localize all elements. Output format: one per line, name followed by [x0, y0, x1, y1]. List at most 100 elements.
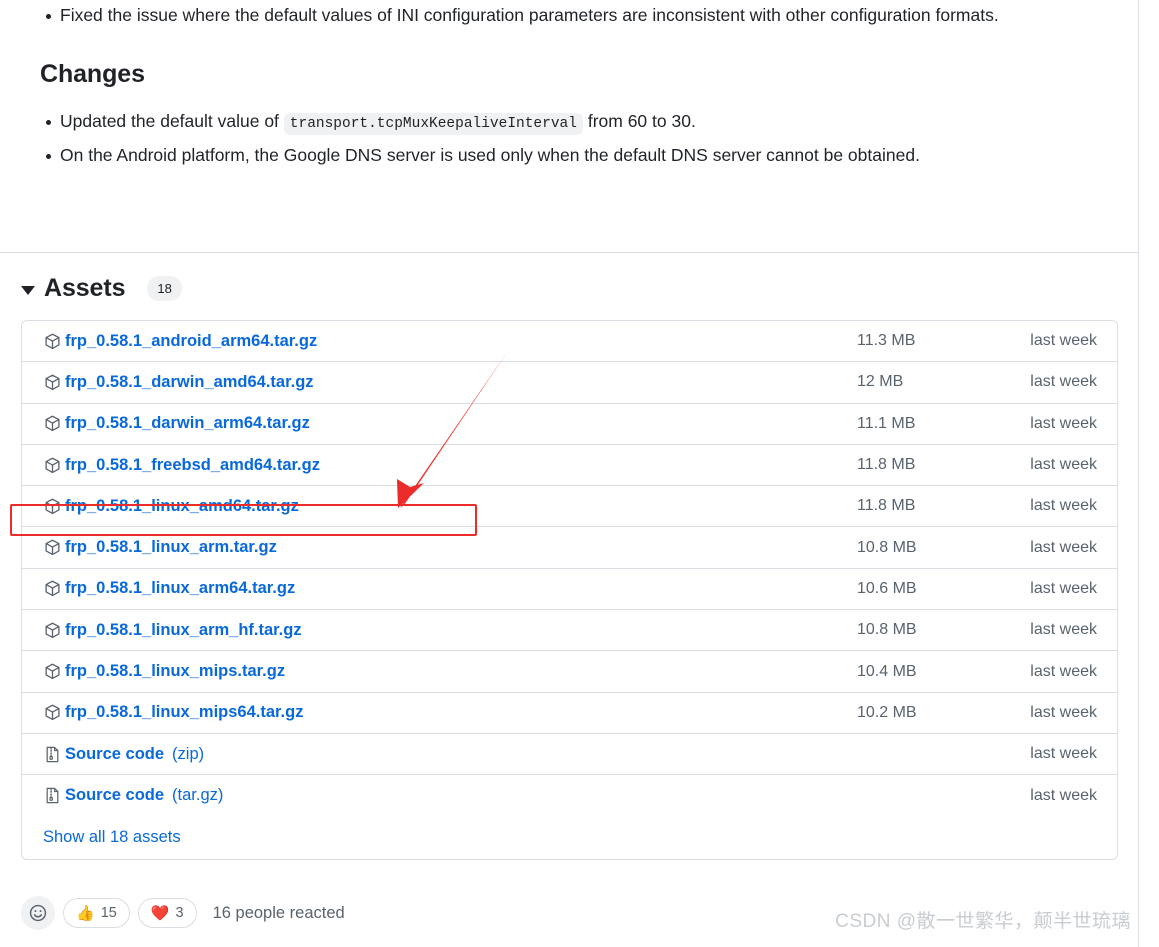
asset-download-link[interactable]: frp_0.58.1_linux_mips.tar.gz — [65, 662, 285, 681]
asset-name-cell: Source code (tar.gz) — [43, 786, 857, 805]
intro-bullet-list: Fixed the issue where the default values… — [20, 0, 1119, 31]
asset-download-link[interactable]: Source code — [65, 786, 164, 805]
list-item: Updated the default value of transport.t… — [20, 106, 1119, 140]
table-row[interactable]: frp_0.58.1_freebsd_amd64.tar.gz 11.8 MB la… — [22, 445, 1117, 487]
asset-size: 10.2 MB — [857, 703, 917, 721]
reaction-count: 15 — [100, 905, 117, 921]
package-icon — [43, 621, 61, 639]
file-zip-icon — [43, 787, 61, 805]
asset-name-cell: frp_0.58.1_freebsd_amd64.tar.gz — [43, 456, 857, 475]
assets-header[interactable]: Assets 18 — [0, 268, 1139, 308]
assets-row-container: frp_0.58.1_android_arm64.tar.gz 11.3 MB la… — [22, 321, 1117, 817]
asset-date: last week — [1030, 786, 1097, 804]
asset-download-link[interactable]: Source code — [65, 745, 164, 764]
asset-name-cell: frp_0.58.1_linux_amd64.tar.gz — [43, 497, 857, 516]
asset-date: last week — [1030, 332, 1097, 350]
table-row[interactable]: frp_0.58.1_linux_arm_hf.tar.gz 10.8 MB las… — [22, 610, 1117, 652]
asset-name-cell: frp_0.58.1_linux_arm64.tar.gz — [43, 579, 857, 598]
asset-download-link[interactable]: frp_0.58.1_darwin_arm64.tar.gz — [65, 414, 310, 433]
smiley-icon — [29, 904, 47, 922]
asset-date: last week — [1030, 456, 1097, 474]
table-row[interactable]: frp_0.58.1_linux_mips.tar.gz 10.4 MB last … — [22, 651, 1117, 693]
table-row[interactable]: Source code (zip) last week — [22, 734, 1117, 776]
asset-download-link[interactable]: frp_0.58.1_linux_arm_hf.tar.gz — [65, 621, 302, 640]
package-icon — [43, 373, 61, 391]
assets-count-badge: 18 — [147, 275, 182, 301]
asset-size: 10.8 MB — [857, 538, 917, 556]
asset-date: last week — [1030, 621, 1097, 639]
table-row[interactable]: frp_0.58.1_android_arm64.tar.gz 11.3 MB la… — [22, 321, 1117, 363]
package-icon — [43, 497, 61, 515]
asset-size: 10.4 MB — [857, 662, 917, 680]
table-row[interactable]: frp_0.58.1_darwin_amd64.tar.gz 12 MB last … — [22, 362, 1117, 404]
table-row[interactable]: frp_0.58.1_linux_arm64.tar.gz 10.6 MB last… — [22, 569, 1117, 611]
file-zip-icon — [43, 745, 61, 763]
asset-size: 11.1 MB — [857, 414, 916, 432]
changes-bullet-list: Updated the default value of transport.t… — [20, 106, 1119, 171]
inline-code-token: transport.tcpMuxKeepaliveInterval — [283, 113, 583, 136]
reaction-count: 3 — [175, 905, 184, 921]
asset-size: 11.8 MB — [857, 497, 916, 515]
reaction-pill-heart[interactable]: ❤️ 3 — [137, 898, 197, 928]
changes-text-after: from 60 to 30. — [587, 111, 696, 132]
asset-size: 12 MB — [857, 373, 904, 391]
asset-download-link[interactable]: frp_0.58.1_linux_arm64.tar.gz — [65, 579, 295, 598]
asset-name-cell: frp_0.58.1_darwin_arm64.tar.gz — [43, 414, 857, 433]
asset-size: 11.3 MB — [857, 332, 916, 350]
asset-download-link[interactable]: frp_0.58.1_linux_mips64.tar.gz — [65, 703, 303, 722]
release-notes-body: Fixed the issue where the default values… — [0, 0, 1139, 171]
table-row[interactable]: frp_0.58.1_linux_amd64.tar.gz 11.8 MB last… — [22, 486, 1117, 528]
package-icon — [43, 539, 61, 557]
asset-date: last week — [1030, 745, 1097, 763]
heart-icon: ❤️ — [150, 904, 170, 922]
show-all-assets-link[interactable]: Show all 18 assets — [43, 828, 181, 847]
asset-name-cell: frp_0.58.1_darwin_amd64.tar.gz — [43, 373, 857, 392]
list-item: Fixed the issue where the default values… — [20, 0, 1119, 31]
asset-name-cell: frp_0.58.1_linux_arm.tar.gz — [43, 538, 857, 557]
asset-date: last week — [1030, 373, 1097, 391]
asset-date: last week — [1030, 703, 1097, 721]
package-icon — [43, 332, 61, 350]
asset-date: last week — [1030, 497, 1097, 515]
asset-name-cell: Source code (zip) — [43, 745, 857, 764]
package-icon — [43, 456, 61, 474]
section-divider — [0, 252, 1139, 253]
table-row[interactable]: frp_0.58.1_linux_arm.tar.gz 10.8 MB last w… — [22, 527, 1117, 569]
asset-name-cell: frp_0.58.1_android_arm64.tar.gz — [43, 332, 857, 351]
reactions-bar: 👍 15 ❤️ 3 16 people reacted — [21, 896, 345, 930]
asset-size: 11.8 MB — [857, 456, 916, 474]
list-item: On the Android platform, the Google DNS … — [20, 140, 1119, 171]
table-row[interactable]: frp_0.58.1_darwin_arm64.tar.gz 11.1 MB las… — [22, 404, 1117, 445]
package-icon — [43, 663, 61, 681]
asset-name-cell: frp_0.58.1_linux_mips.tar.gz — [43, 662, 857, 681]
table-row[interactable]: frp_0.58.1_linux_mips64.tar.gz 10.2 MB las… — [22, 693, 1117, 734]
assets-section: Assets 18 frp_0.58.1_android_arm64.tar.g… — [0, 268, 1139, 860]
asset-name-cell: frp_0.58.1_linux_mips64.tar.gz — [43, 703, 857, 722]
asset-date: last week — [1030, 662, 1097, 680]
thumbsup-icon: 👍 — [76, 904, 95, 922]
asset-name-cell: frp_0.58.1_linux_arm_hf.tar.gz — [43, 621, 857, 640]
release-content: Fixed the issue where the default values… — [0, 0, 1139, 930]
asset-download-link[interactable]: frp_0.58.1_darwin_amd64.tar.gz — [65, 373, 314, 392]
chevron-down-icon[interactable] — [21, 285, 35, 295]
package-icon — [43, 704, 61, 722]
asset-format-suffix: (tar.gz) — [172, 786, 224, 805]
page-title-changes: Changes — [40, 60, 145, 88]
changes-text-before: Updated the default value of — [60, 111, 279, 132]
asset-download-link[interactable]: frp_0.58.1_freebsd_amd64.tar.gz — [65, 456, 320, 475]
asset-date: last week — [1030, 538, 1097, 556]
assets-title: Assets — [44, 273, 126, 302]
asset-size: 10.8 MB — [857, 621, 917, 639]
show-all-assets-row[interactable]: Show all 18 assets — [22, 817, 1117, 859]
add-reaction-button[interactable] — [21, 896, 55, 930]
asset-download-link[interactable]: frp_0.58.1_linux_amd64.tar.gz — [65, 497, 299, 516]
assets-table: frp_0.58.1_android_arm64.tar.gz 11.3 MB la… — [21, 320, 1118, 860]
reaction-pill-thumbsup[interactable]: 👍 15 — [63, 898, 130, 928]
asset-download-link[interactable]: frp_0.58.1_linux_arm.tar.gz — [65, 538, 277, 557]
asset-download-link[interactable]: frp_0.58.1_android_arm64.tar.gz — [65, 332, 317, 351]
asset-format-suffix: (zip) — [172, 744, 205, 763]
package-icon — [43, 415, 61, 433]
asset-date: last week — [1030, 414, 1097, 432]
table-row[interactable]: Source code (tar.gz) last week — [22, 775, 1117, 816]
package-icon — [43, 580, 61, 598]
